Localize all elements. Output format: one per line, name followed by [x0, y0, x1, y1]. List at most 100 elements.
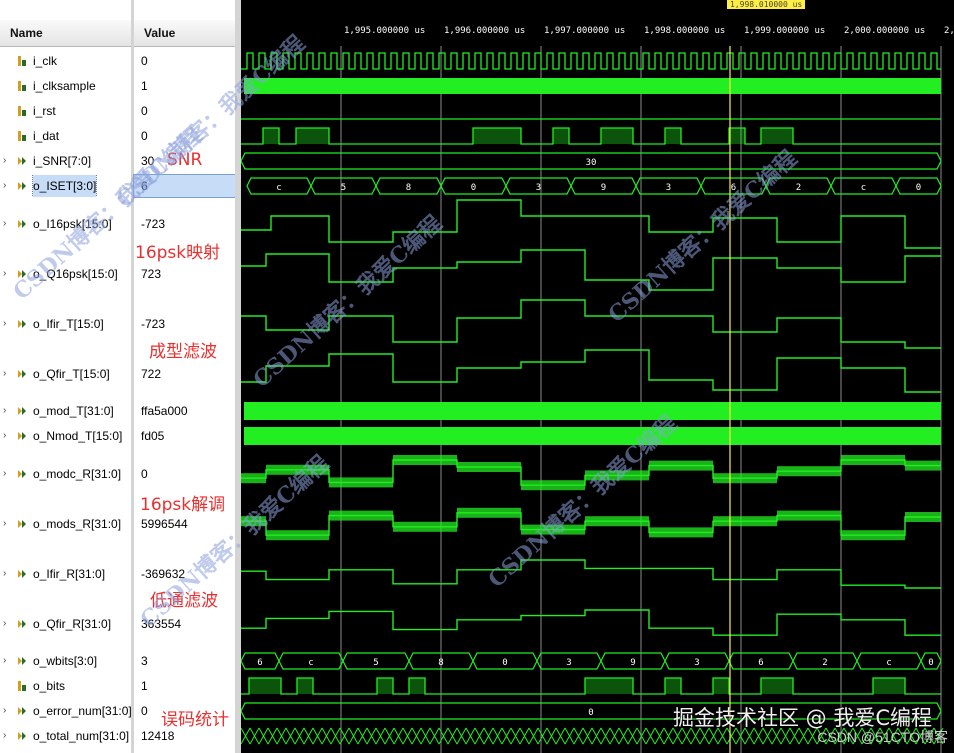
o-modc-r-wave-noise — [393, 455, 457, 465]
time-tick-label: 1,999.000000 us — [744, 26, 826, 36]
o-wbits-bus-label: 3 — [566, 658, 571, 668]
o-wbits-bus-label: c — [886, 658, 891, 668]
expand-arrow-icon[interactable]: › — [3, 150, 13, 172]
o-mods-r-wave-noise — [393, 521, 457, 532]
i-dat-wave-fill — [601, 128, 633, 144]
signal-row[interactable]: i_rst — [0, 100, 131, 122]
signal-name: o_modc_R[31:0] — [33, 467, 122, 481]
expand-arrow-icon[interactable]: › — [3, 213, 13, 235]
signal-name: i_dat — [33, 129, 60, 143]
cursor-time-label[interactable]: 1,998.010000 us — [727, 0, 806, 9]
signal-row[interactable]: › o_total_num[31:0] — [0, 725, 131, 747]
o-iset-bus-label: 0 — [916, 183, 921, 193]
o-modc-r-wave-noise — [649, 460, 713, 471]
o-wbits-bus-label: 3 — [694, 658, 699, 668]
o-modc-r-wave-noise — [777, 466, 841, 477]
o-modc-r-wave-noise — [841, 455, 905, 465]
o-wbits-bus-label: 9 — [630, 658, 635, 668]
o-bits-wave-fill — [409, 678, 425, 694]
o-modc-r-wave-noise — [713, 473, 777, 484]
time-tick-label: 1,997.000000 us — [544, 26, 626, 36]
bus-signal-icon — [17, 519, 27, 529]
i-dat-wave-fill — [263, 128, 279, 144]
expand-arrow-icon[interactable]: › — [3, 425, 13, 447]
bit-signal-icon — [17, 81, 27, 91]
signal-name: o_error_num[31:0] — [33, 704, 131, 718]
signal-row[interactable]: › o_Ifir_T[15:0] — [0, 313, 131, 335]
o-bits-wave-fill — [873, 678, 905, 694]
expand-arrow-icon[interactable]: › — [3, 700, 13, 722]
bus-signal-icon — [17, 469, 27, 479]
bit-signal-icon — [17, 131, 27, 141]
signal-name: o_ISET[3:0] — [31, 175, 98, 197]
signal-row[interactable]: › o_Nmod_T[15:0] — [0, 425, 131, 447]
o-bits-wave-fill — [377, 678, 393, 694]
value-column-header[interactable]: Value — [134, 20, 235, 47]
signal-row[interactable]: i_clk — [0, 50, 131, 72]
signal-name: o_total_num[31:0] — [33, 729, 130, 743]
o-wbits-bus-label: 2 — [822, 658, 827, 668]
o-modc-r-wave-noise — [241, 473, 266, 484]
signal-value: -723 — [141, 317, 166, 331]
expand-arrow-icon[interactable]: › — [3, 363, 13, 385]
signal-value: 0 — [141, 467, 148, 481]
signal-row[interactable]: › o_error_num[31:0] — [0, 700, 131, 722]
o-mods-r-wave-noise — [777, 510, 841, 521]
signal-name: o_Nmod_T[15:0] — [33, 429, 123, 443]
o-iset-bus-label: c — [276, 183, 281, 193]
o-modc-r-wave-noise — [329, 477, 393, 488]
signal-row[interactable]: › o_Ifir_R[31:0] — [0, 563, 131, 585]
expand-arrow-icon[interactable]: › — [3, 563, 13, 585]
o-bits-wave-fill — [297, 678, 313, 694]
bit-signal-icon — [17, 56, 27, 66]
o-mods-r-wave-noise — [905, 512, 941, 522]
signal-row[interactable]: i_clksample — [0, 75, 131, 97]
signal-value: ffa5a000 — [141, 404, 188, 418]
expand-arrow-icon[interactable]: › — [3, 725, 13, 747]
signal-row[interactable]: › o_mods_R[31:0] — [0, 513, 131, 535]
signal-name: i_clksample — [33, 79, 96, 93]
name-column-header[interactable]: Name — [0, 20, 131, 47]
expand-arrow-icon[interactable]: › — [3, 613, 13, 635]
signal-value: fd05 — [141, 429, 165, 443]
o-modc-r-wave-noise — [905, 460, 941, 471]
o-wbits-bus-label: 0 — [928, 658, 933, 668]
o-wbits-bus-label: c — [308, 658, 313, 668]
bus-signal-icon — [17, 156, 27, 166]
signal-row[interactable]: › o_modc_R[31:0] — [0, 463, 131, 485]
o-i16psk-wave — [241, 199, 941, 249]
signal-row[interactable]: › o_mod_T[31:0] — [0, 400, 131, 422]
annotation-label: 16psk映射 — [135, 243, 221, 263]
o-iset-bus-label: 2 — [796, 183, 801, 193]
bus-signal-icon — [17, 181, 27, 191]
o-wbits-bus-label: 5 — [373, 658, 378, 668]
signal-name: o_bits — [33, 679, 66, 693]
signal-row[interactable]: › i_SNR[7:0] — [0, 150, 131, 172]
expand-arrow-icon[interactable]: › — [3, 463, 13, 485]
signal-row[interactable]: › o_Qfir_R[31:0] — [0, 613, 131, 635]
o-iset-bus-label: 3 — [666, 183, 671, 193]
o-iset-bus-label: 8 — [406, 183, 411, 193]
signal-row[interactable]: › o_Qfir_T[15:0] — [0, 363, 131, 385]
i-dat-wave-fill — [296, 128, 329, 144]
i-dat-wave-fill — [729, 128, 745, 144]
signal-name: o_Ifir_R[31:0] — [33, 567, 106, 581]
signal-row[interactable]: › o_wbits[3:0] — [0, 650, 131, 672]
o-bits-wave-fill — [665, 678, 681, 694]
expand-arrow-icon[interactable]: › — [3, 400, 13, 422]
expand-arrow-icon[interactable]: › — [3, 175, 13, 197]
i-snr-bus-label: 30 — [586, 158, 597, 168]
signal-row[interactable]: i_dat — [0, 125, 131, 147]
time-ruler[interactable]: 1,995.000000 us 1,996.000000 us 1,997.0000… — [241, 0, 954, 46]
expand-arrow-icon[interactable]: › — [3, 313, 13, 335]
o-bits-wave-fill — [249, 678, 281, 694]
o-iset-bus-label: 0 — [471, 183, 476, 193]
expand-arrow-icon[interactable]: › — [3, 513, 13, 535]
o-mods-r-wave-noise — [649, 527, 713, 538]
waveform-area[interactable]: 30 c 5 8 0 3 9 3 6 2 c 0 6 c 5 8 0 3 9 3 6 2 c 0 0 1,995.000000 … — [241, 0, 954, 753]
o-mods-r-wave-noise — [266, 530, 329, 541]
o-qfir-r-wave — [241, 609, 941, 636]
signal-row[interactable]: o_bits — [0, 675, 131, 697]
expand-arrow-icon[interactable]: › — [3, 650, 13, 672]
bus-signal-icon — [17, 319, 27, 329]
